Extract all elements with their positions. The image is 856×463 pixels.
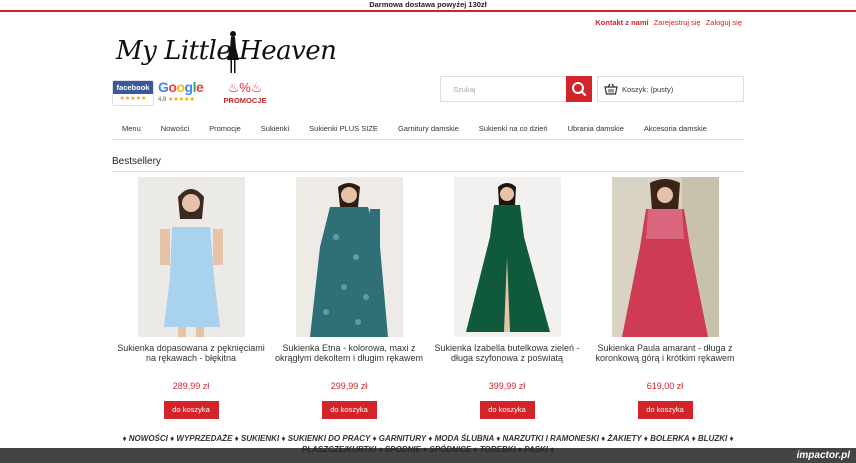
facebook-rating-badge[interactable]: facebook ★★★★★ <box>112 80 154 106</box>
footer-link[interactable]: SUKIENKI DO PRACY <box>288 434 371 443</box>
search-input[interactable] <box>441 77 568 101</box>
basket-icon <box>604 83 618 95</box>
google-stars-icon: ★★★★★ <box>168 97 195 103</box>
nav-item-clothing[interactable]: Ubrania damskie <box>558 124 634 133</box>
cart-label: Koszyk: (pusty) <box>622 84 674 94</box>
footer-link[interactable]: SUKIENKI <box>241 434 279 443</box>
footer-link[interactable]: NOWOŚCI <box>129 434 168 443</box>
nav-item-new[interactable]: Nowości <box>151 124 199 133</box>
product-image[interactable] <box>611 177 719 337</box>
search-icon <box>572 82 587 97</box>
add-to-cart-button[interactable]: do koszyka <box>163 401 219 419</box>
search-box <box>440 76 592 102</box>
nav-item-promotions[interactable]: Promocje <box>199 124 251 133</box>
product-card: Sukienka Paula amarant - długa z koronko… <box>586 177 744 419</box>
login-link[interactable]: Zaloguj się <box>706 18 742 27</box>
watermark-bar <box>0 448 856 463</box>
product-card: Sukienka Izabella butelkowa zieleń - dłu… <box>428 177 586 419</box>
product-price: 619,00 zł <box>646 381 684 391</box>
product-card: Sukienka dopasowana z pęknięciami na ręk… <box>112 177 270 419</box>
top-divider <box>0 10 856 12</box>
google-rating-value: 4,8 <box>158 97 167 103</box>
footer-link[interactable]: WYPRZEDAŻE <box>176 434 232 443</box>
product-name[interactable]: Sukienka dopasowana z pęknięciami na ręk… <box>112 343 270 377</box>
footer-link[interactable]: ŻAKIETY <box>607 434 641 443</box>
google-logo: Google <box>158 79 204 95</box>
product-price: 399,99 zł <box>488 381 526 391</box>
register-link[interactable]: Zarejestruj się <box>654 18 701 27</box>
nav-item-suits[interactable]: Garnitury damskie <box>388 124 469 133</box>
account-links: Kontakt z nami Zarejestruj się Zaloguj s… <box>595 18 742 27</box>
google-rating-row: 4,8 ★★★★★ <box>158 95 208 105</box>
contact-link[interactable]: Kontakt z nami <box>595 18 648 27</box>
nav-item-accessories[interactable]: Akcesoria damskie <box>634 124 717 133</box>
footer-link[interactable]: BOLERKA <box>650 434 689 443</box>
product-price: 299,99 zł <box>330 381 368 391</box>
add-to-cart-button[interactable]: do koszyka <box>321 401 377 419</box>
facebook-stars-icon: ★★★★★ <box>119 96 147 102</box>
nav-item-dresses[interactable]: Sukienki <box>251 124 299 133</box>
main-nav: Menu Nowości Promocje Sukienki Sukienki … <box>112 118 744 140</box>
facebook-label: facebook <box>113 81 153 94</box>
promo-label: PROMOCJE <box>223 96 267 105</box>
product-name[interactable]: Sukienka Izabella butelkowa zieleń - dłu… <box>428 343 586 377</box>
trust-badges: facebook ★★★★★ Google 4,8 ★★★★★ ♨%♨ PROM… <box>112 80 278 110</box>
watermark: impactor.pl <box>796 450 850 461</box>
product-name[interactable]: Sukienka Paula amarant - długa z koronko… <box>586 343 744 377</box>
add-to-cart-button[interactable]: do koszyka <box>479 401 535 419</box>
footer-link[interactable]: GARNITURY <box>379 434 426 443</box>
search-button[interactable] <box>566 76 592 102</box>
add-to-cart-button[interactable]: do koszyka <box>637 401 693 419</box>
product-name[interactable]: Sukienka Etna - kolorowa, maxi z okrągły… <box>270 343 428 377</box>
section-divider <box>112 171 744 172</box>
footer-link[interactable]: NARZUTKI I RAMONESKI <box>503 434 599 443</box>
footer-link[interactable]: MODA ŚLUBNA <box>435 434 494 443</box>
section-title: Bestsellery <box>112 156 161 167</box>
nav-item-menu[interactable]: Menu <box>112 124 151 133</box>
site-logo[interactable]: My Little Heaven <box>116 30 337 76</box>
logo-silhouette-icon <box>227 31 239 73</box>
promotions-badge[interactable]: ♨%♨ PROMOCJE <box>212 80 278 110</box>
footer-link[interactable]: BLUZKI <box>698 434 727 443</box>
nav-item-plus-size[interactable]: Sukienki PLUS SIZE <box>299 124 388 133</box>
product-grid: Sukienka dopasowana z pęknięciami na ręk… <box>112 177 744 419</box>
product-image[interactable] <box>137 177 245 337</box>
nav-item-everyday-dresses[interactable]: Sukienki na co dzień <box>469 124 558 133</box>
product-image[interactable] <box>453 177 561 337</box>
promo-fire-percent-icon: ♨%♨ <box>227 80 263 95</box>
product-card: Sukienka Etna - kolorowa, maxi z okrągły… <box>270 177 428 419</box>
free-shipping-banner: Darmowa dostawa powyżej 130zł <box>369 0 487 9</box>
product-price: 289,99 zł <box>172 381 210 391</box>
cart-button[interactable]: Koszyk: (pusty) <box>597 76 744 102</box>
product-image[interactable] <box>295 177 403 337</box>
google-rating-badge[interactable]: Google 4,8 ★★★★★ <box>158 80 208 106</box>
